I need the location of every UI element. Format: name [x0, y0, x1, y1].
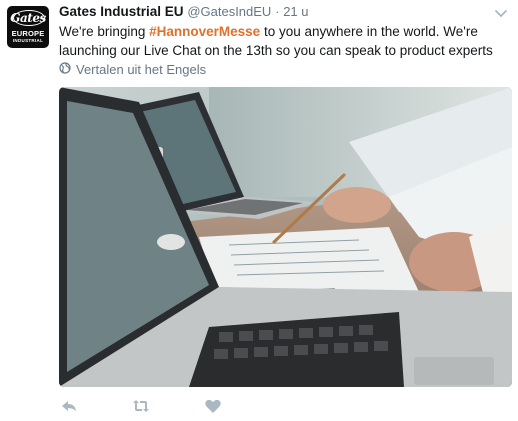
user-handle[interactable]: @GatesIndEU — [187, 4, 271, 19]
chevron-down-icon[interactable] — [494, 5, 508, 17]
hashtag-link[interactable]: #HannoverMesse — [149, 24, 260, 39]
heart-icon[interactable] — [203, 396, 223, 416]
reply-icon[interactable] — [59, 396, 79, 416]
display-name[interactable]: Gates Industrial EU — [59, 4, 184, 19]
tweet-text: We're bringing #HannoverMesse to you any… — [59, 22, 511, 60]
tweet-header: Gates Industrial EU @GatesIndEU · 21 u — [59, 4, 309, 22]
retweet-icon[interactable] — [131, 396, 151, 416]
avatar-logo-script: Gates — [10, 11, 46, 25]
separator: · — [275, 4, 280, 19]
tweet-photo[interactable] — [59, 87, 512, 387]
globe-icon — [59, 62, 71, 77]
avatar[interactable]: Gates EUROPE INDUSTRIAL — [7, 6, 49, 48]
tweet-text-before: We're bringing — [59, 24, 150, 39]
photo-illustration — [59, 87, 512, 387]
translate-label: Vertalen uit het Engels — [76, 62, 207, 77]
timestamp[interactable]: 21 u — [283, 4, 308, 19]
avatar-logo-line2: INDUSTRIAL — [12, 38, 44, 43]
avatar-logo-line1: EUROPE — [11, 29, 45, 38]
translate-link[interactable]: Vertalen uit het Engels — [59, 62, 206, 77]
tweet: Gates EUROPE INDUSTRIAL Gates Industrial… — [0, 0, 518, 421]
